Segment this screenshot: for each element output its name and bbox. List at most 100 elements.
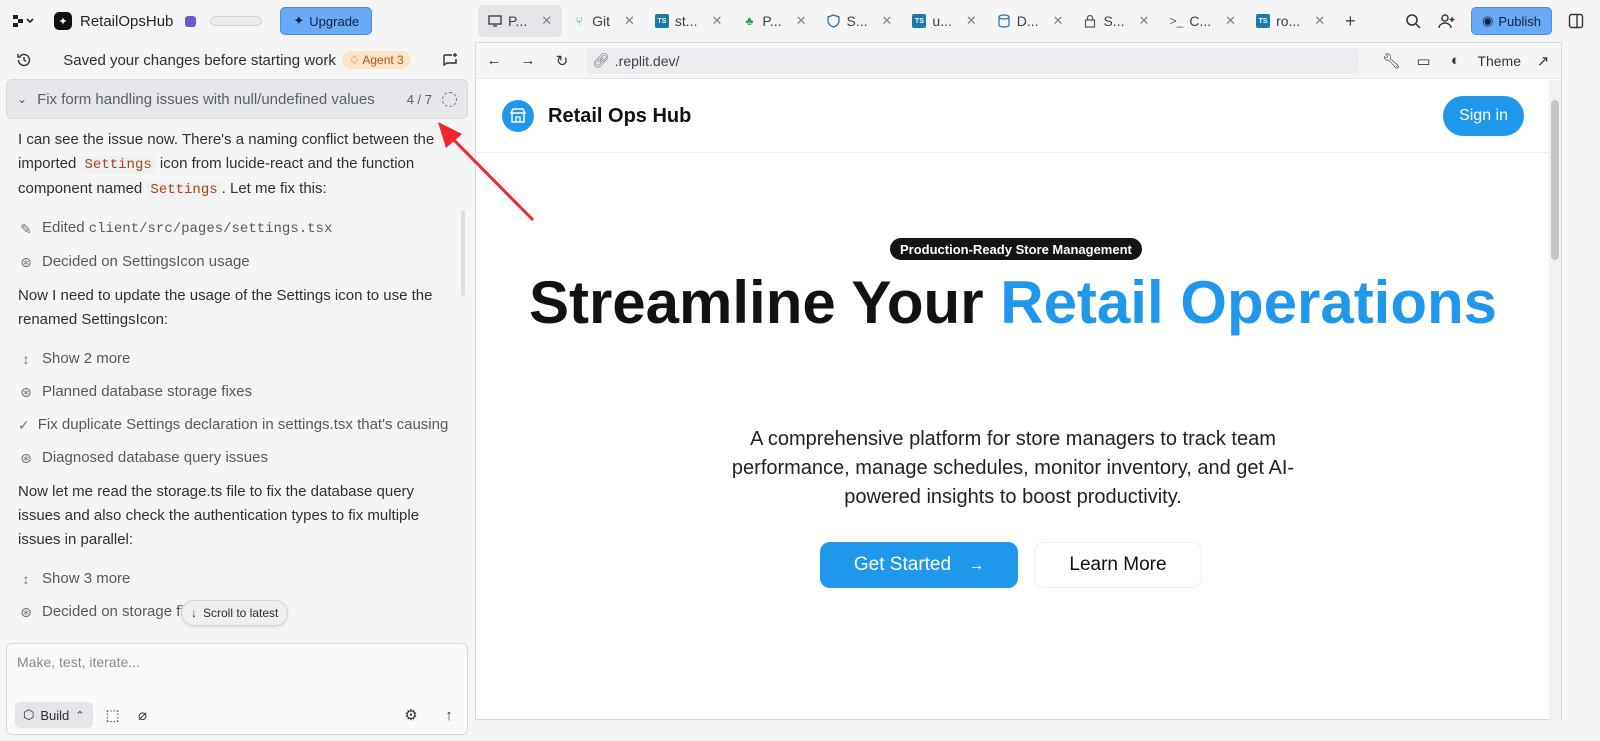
build-mode-button[interactable]: ⬡ Build ⌃: [15, 702, 93, 728]
settings-sliders-icon[interactable]: ⚙: [401, 705, 421, 725]
feed-message: Now let me read the storage.ts file to f…: [18, 480, 448, 552]
back-arrow-icon[interactable]: ←: [484, 51, 504, 71]
chat-input[interactable]: [17, 654, 457, 670]
feed-item-label: Planned database storage fixes: [42, 382, 253, 400]
feed-item-planned[interactable]: ⊛ Planned database storage fixes: [18, 375, 448, 408]
url-field[interactable]: 🔗︎ .replit.dev/: [586, 47, 1360, 74]
scroll-to-latest-button[interactable]: ↓ Scroll to latest: [181, 600, 289, 626]
wrench-icon[interactable]: 🔧︎: [1381, 51, 1401, 71]
feed-item-completed-task[interactable]: ✓ Fix duplicate Settings declaration in …: [18, 408, 448, 441]
top-bar-left: ✦ RetailOpsHub ✦ Upgrade: [0, 7, 478, 35]
inline-code: Settings: [80, 156, 156, 174]
expand-vertical-icon: ↕: [22, 350, 30, 367]
typescript-icon: TS: [654, 14, 669, 28]
tab-label: u...: [932, 13, 952, 29]
tab-storage-ts[interactable]: TS st... ✕: [645, 5, 732, 37]
app-icon: ✦: [54, 12, 72, 30]
invite-user-icon[interactable]: [1437, 11, 1457, 31]
get-started-button[interactable]: Get Started →: [820, 542, 1018, 588]
tab-label: P...: [508, 13, 528, 29]
typescript-icon: TS: [912, 14, 927, 28]
close-icon[interactable]: ✕: [796, 13, 807, 29]
tab-routes-ts[interactable]: TS ro... ✕: [1246, 5, 1335, 37]
tab-git[interactable]: ⑂ Git ✕: [562, 5, 645, 37]
feed-item-label: Fix duplicate Settings declaration in se…: [37, 415, 448, 433]
feed-message: I can see the issue now. There's a namin…: [18, 128, 448, 202]
sign-in-button[interactable]: Sign in: [1443, 96, 1524, 136]
tab-p[interactable]: ♣ P... ✕: [732, 5, 816, 37]
close-icon[interactable]: ✕: [541, 13, 552, 29]
tab-u-ts[interactable]: TS u... ✕: [902, 5, 986, 37]
file-path: client/src/pages/settings.tsx: [88, 221, 333, 237]
preview-pane: ← → ↻ 🔗︎ .replit.dev/ 🔧︎ ▭ ◐ Theme ↗ Ret…: [475, 42, 1562, 720]
feed-item-label: Decided on SettingsIcon usage: [42, 252, 250, 270]
tab-label: D...: [1016, 13, 1039, 29]
search-icon[interactable]: [1403, 11, 1423, 31]
feed-item-edited-file[interactable]: ✎ Edited client/src/pages/settings.tsx: [18, 212, 448, 245]
select-element-icon[interactable]: ⬚: [103, 705, 123, 725]
agent-icon: ♢: [348, 53, 360, 67]
close-icon[interactable]: ✕: [1138, 13, 1149, 29]
feed-show-more[interactable]: ↕ Show 2 more: [18, 342, 448, 375]
message-text: . Let me fix this:: [221, 180, 327, 197]
learn-more-button[interactable]: Learn More: [1034, 542, 1202, 588]
close-icon[interactable]: ✕: [711, 13, 722, 29]
usage-progress-bar[interactable]: [210, 16, 263, 26]
arrow-down-icon: ↓: [191, 606, 197, 620]
tab-label: S...: [846, 13, 868, 29]
tab-database[interactable]: D... ✕: [987, 5, 1074, 37]
shield-icon: [826, 14, 840, 28]
publish-label: Publish: [1498, 13, 1541, 29]
git-icon: ⑂: [575, 14, 583, 28]
chevron-down-icon[interactable]: ⌄: [17, 92, 27, 106]
agent-feed: I can see the issue now. There's a namin…: [0, 128, 466, 628]
check-icon: ✓: [18, 416, 30, 433]
site-brand-name[interactable]: Retail Ops Hub: [548, 105, 691, 128]
url-text: .replit.dev/: [614, 52, 680, 69]
close-icon[interactable]: ✕: [966, 13, 977, 29]
tab-console[interactable]: >_ C... ✕: [1159, 5, 1246, 37]
expand-vertical-icon: ↕: [22, 570, 30, 587]
paperclip-icon[interactable]: ⌀: [133, 705, 153, 725]
devices-icon[interactable]: ▭: [1413, 51, 1433, 71]
show-more-label: Show 3 more: [42, 569, 131, 587]
close-icon[interactable]: ✕: [1225, 13, 1236, 29]
feed-scrollbar[interactable]: [461, 210, 465, 296]
current-task-card[interactable]: ⌄ Fix form handling issues with null/und…: [6, 79, 468, 119]
feed-show-more[interactable]: ↕ Show 3 more: [18, 562, 448, 595]
publish-button[interactable]: ◉ Publish: [1471, 7, 1552, 35]
tab-secrets[interactable]: S... ✕: [1073, 5, 1159, 37]
terminal-icon: >_: [1169, 14, 1184, 28]
close-icon[interactable]: ✕: [882, 13, 893, 29]
workspace-tabs: P... ✕ ⑂ Git ✕ TS st... ✕ ♣ P... ✕ S... …: [478, 0, 1366, 42]
close-icon[interactable]: ✕: [624, 13, 635, 29]
chevron-up-icon: ⌃: [75, 709, 85, 722]
globe-icon: ◉: [1482, 13, 1494, 28]
tab-label: C...: [1189, 13, 1212, 29]
upgrade-button[interactable]: ✦ Upgrade: [280, 7, 373, 35]
refresh-icon[interactable]: ↻: [552, 51, 572, 71]
tab-security[interactable]: S... ✕: [816, 5, 902, 37]
history-icon[interactable]: [14, 50, 34, 70]
palette-icon[interactable]: ◐: [1445, 51, 1465, 71]
forward-arrow-icon[interactable]: →: [518, 51, 538, 71]
app-name[interactable]: RetailOpsHub: [80, 13, 173, 30]
scroll-to-latest-label: Scroll to latest: [203, 606, 279, 620]
close-icon[interactable]: ✕: [1314, 13, 1325, 29]
feed-item-diagnosed[interactable]: ⊛ Diagnosed database query issues: [18, 441, 448, 474]
store-icon: [502, 100, 534, 132]
task-title: Fix form handling issues with null/undef…: [37, 90, 375, 108]
inline-code: Settings: [146, 181, 222, 199]
replit-logo-menu[interactable]: [12, 11, 40, 31]
new-tab-button[interactable]: +: [1335, 5, 1366, 37]
preview-scrollbar[interactable]: [1549, 80, 1561, 720]
tab-preview[interactable]: P... ✕: [478, 5, 563, 37]
close-icon[interactable]: ✕: [1053, 13, 1064, 29]
new-chat-icon[interactable]: [440, 50, 460, 70]
theme-label[interactable]: Theme: [1477, 53, 1521, 69]
send-arrow-up-icon[interactable]: ↑: [439, 705, 459, 725]
layout-toggle-icon[interactable]: [1566, 11, 1586, 31]
preview-scrollbar-thumb[interactable]: [1551, 100, 1559, 260]
feed-item-decided[interactable]: ⊛ Decided on SettingsIcon usage: [18, 245, 448, 278]
external-link-icon[interactable]: ↗: [1533, 51, 1553, 71]
